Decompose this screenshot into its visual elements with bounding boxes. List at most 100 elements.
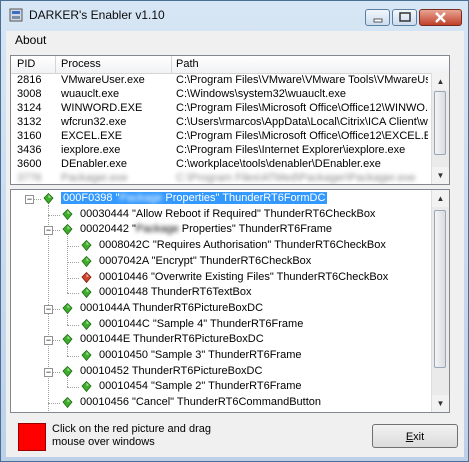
column-pid[interactable]: PID [17,58,35,70]
tree-node-label: 00020442 "Package Properties" ThunderRT6… [80,223,332,235]
tree-node-label: 00010450 "Sample 3" ThunderRT6Frame [99,349,302,361]
pid-cell: 3160 [17,130,42,142]
collapse-icon[interactable]: − [44,367,53,377]
process-row[interactable]: 3776 Packager.exe C:\Program Files\ATMed\P… [11,172,449,184]
close-button[interactable] [419,9,462,26]
process-row[interactable]: 3132 wfcrun32.exe C:\Users\rmarcos\AppData… [11,116,449,130]
scroll-thumb[interactable] [434,91,446,155]
maximize-icon [399,12,411,22]
pid-cell: 3132 [17,116,42,128]
path-cell: C:\Program Files\VMware\VMware Tools\VMw… [176,74,428,86]
window-caption-class: ThunderRT6TextBox [150,286,252,299]
collapse-icon[interactable]: − [44,304,53,314]
tree-node-label: 00030444 "Allow Reboot if Required" Thun… [80,208,375,220]
column-process[interactable]: Process [61,58,101,70]
pid-cell: 3600 [17,158,42,170]
process-cell: WINWORD.EXE [61,102,143,114]
window-handle: 0001044A [80,301,130,314]
window-caption-class: "Encrypt" ThunderRT6CheckBox [151,254,312,267]
process-row[interactable]: 2816 VMwareUser.exe C:\Program Files\VMwar… [11,74,449,88]
maximize-button[interactable] [392,9,417,26]
process-row[interactable]: 3436 iexplore.exe C:\Program Files\Interne… [11,144,449,158]
window-caption-class: "Sample 2" ThunderRT6Frame [151,380,302,393]
process-cell: VMwareUser.exe [61,74,145,86]
window-caption-class: "Sample 3" ThunderRT6Frame [151,349,302,361]
window-caption-class: ThunderRT6PictureBoxDC [132,301,264,314]
redacted-text: Package [135,223,179,236]
pid-cell: 3776 [17,172,42,184]
process-cell: EXCEL.EXE [61,130,123,142]
gem-icon [62,397,73,409]
window-handle: 00010456 [80,396,129,409]
collapse-icon[interactable]: − [25,195,34,204]
client-area: PID Process Path 2816 VMwareUser.exe C:\Pr… [6,49,464,457]
process-row[interactable]: 3600 DEnabler.exe C:\workplace\tools\denab… [11,158,449,172]
path-cell: C:\Program Files\ATMed\Packager\Packager… [176,172,416,184]
gem-icon [62,208,73,220]
tree-node-label: 0007042A "Encrypt" ThunderRT6CheckBox [99,255,311,267]
gem-icon [81,318,92,330]
process-cell: iexplore.exe [61,144,121,156]
window-picker[interactable] [18,423,46,451]
collapse-icon[interactable]: − [44,226,53,236]
caption-prefix: " [115,192,120,204]
pid-cell: 3124 [17,102,42,114]
column-path[interactable]: Path [176,58,199,70]
window-title: DARKER's Enabler v1.10 [29,8,165,22]
scroll-down-icon[interactable]: ▼ [432,395,449,412]
window-caption-class: "Cancel" ThunderRT6CommandButton [132,396,322,409]
window-caption-class: "Overwrite Existing Files" ThunderRT6Che… [151,270,389,283]
process-row[interactable]: 3124 WINWORD.EXE C:\Program Files\Microsof… [11,102,449,116]
window-handle: 0007042A [99,254,149,267]
tree-node-label: 0001044A ThunderRT6PictureBoxDC [80,302,263,314]
tree-node-label: 00010456 "Cancel" ThunderRT6CommandButto… [80,396,321,408]
tree-node-label: 0001044E ThunderRT6PictureBoxDC [80,333,264,345]
gem-icon [62,224,73,236]
window-handle: 00020442 [80,223,129,236]
gem-icon [81,271,92,283]
exit-button[interactable]: Exit [372,424,458,448]
tree-node-label: 00010454 "Sample 2" ThunderRT6Frame [99,380,302,392]
redacted-text: Package [119,192,163,204]
process-row[interactable]: 3160 EXCEL.EXE C:\Program Files\Microsoft … [11,130,449,144]
scroll-down-icon[interactable]: ▼ [432,167,449,184]
close-icon [435,12,446,23]
window-caption-class: "Sample 4" ThunderRT6Frame [152,317,304,330]
process-cell: wfcrun32.exe [61,116,127,128]
gem-icon [43,193,54,204]
window-tree[interactable]: −000F0398 "Package Properties" ThunderRT… [10,189,450,413]
picker-hint: Click on the red picture and drag mouse … [52,423,211,448]
caption-suffix: Properties" ThunderRT6FormDC [162,192,326,204]
list-header: PID Process Path [11,56,449,74]
tree-scrollbar[interactable]: ▲ ▼ [431,190,449,412]
title-bar[interactable]: DARKER's Enabler v1.10 [1,1,468,29]
process-row[interactable]: 3008 wuauclt.exe C:\Windows\system32\wuauc… [11,88,449,102]
window-handle: 000F0398 [63,192,113,204]
menu-bar: About [6,31,464,49]
tree-node-label: 00010452 ThunderRT6PictureBoxDC [80,365,262,377]
pid-cell: 3436 [17,144,42,156]
path-cell: C:\Users\rmarcos\AppData\Local\Citrix\IC… [176,116,428,128]
collapse-icon[interactable]: − [44,336,53,346]
app-icon [9,8,23,22]
tree-node-label: 00010446 "Overwrite Existing Files" Thun… [99,271,388,283]
tree-node-label: 00010448 ThunderRT6TextBox [99,286,252,298]
minimize-button[interactable] [365,9,390,26]
scroll-up-icon[interactable]: ▲ [432,190,449,207]
tree-node-label: 0001044C "Sample 4" ThunderRT6Frame [99,318,303,330]
pid-cell: 2816 [17,74,42,86]
scroll-up-icon[interactable]: ▲ [432,73,449,90]
window-caption-class: ThunderRT6PictureBoxDC [133,333,264,346]
window-caption-class: ThunderRT6PictureBoxDC [131,364,263,377]
gem-icon [81,240,92,252]
scroll-thumb[interactable] [434,210,446,368]
menu-about[interactable]: About [15,33,46,47]
pid-cell: 3008 [17,88,42,100]
window-caption-class: "Requires Authorisation" ThunderRT6Check… [152,239,386,252]
process-list-scrollbar[interactable]: ▲ ▼ [431,73,449,184]
gem-icon [81,255,92,267]
path-cell: C:\Program Files\Microsoft Office\Office… [176,102,428,114]
process-list[interactable]: PID Process Path 2816 VMwareUser.exe C:\Pr… [10,55,450,185]
process-cell: DEnabler.exe [61,158,128,170]
gem-icon [62,365,73,377]
